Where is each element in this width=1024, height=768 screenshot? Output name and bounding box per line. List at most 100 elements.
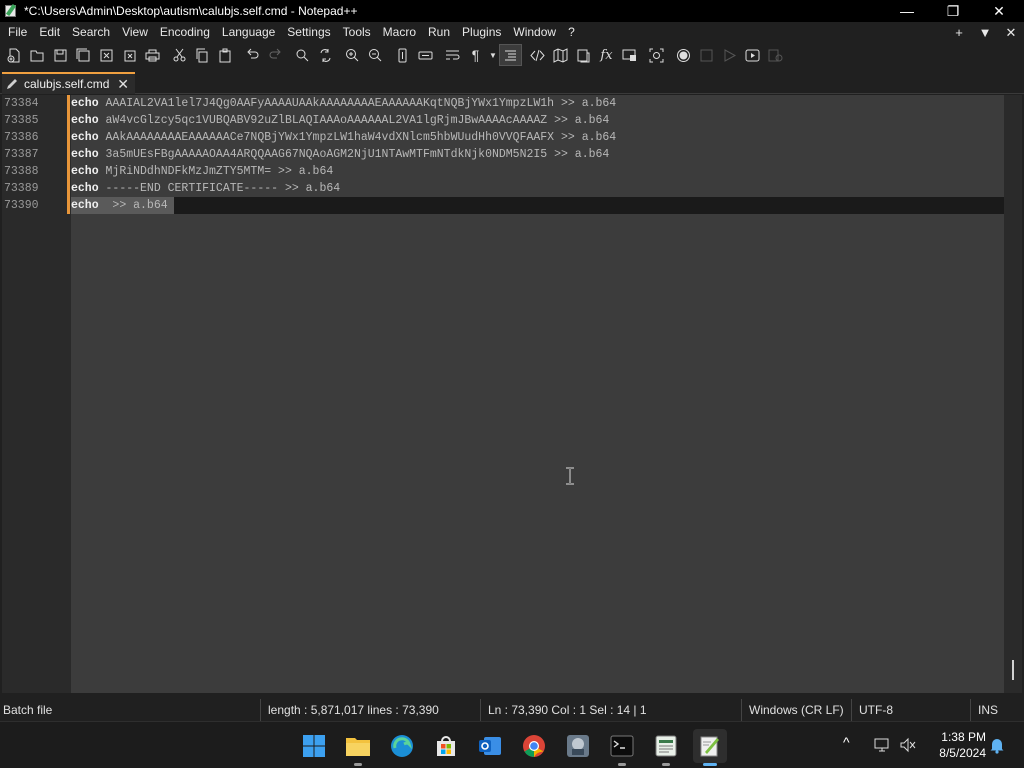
system-clock[interactable]: 1:38 PM 8/5/2024	[926, 729, 986, 761]
line-number: 73386	[4, 131, 39, 144]
code-line[interactable]: echo 3a5mUEsFBgAAAAAOAA4ARQQAAG67NQAoAGM…	[71, 146, 609, 163]
close-file-icon[interactable]	[95, 44, 118, 66]
document-map-icon[interactable]	[549, 44, 572, 66]
edge-icon[interactable]	[385, 729, 419, 763]
tab-bar: calubjs.self.cmd ✕	[0, 67, 1024, 94]
minimize-button[interactable]: —	[884, 0, 930, 22]
current-line-highlight	[71, 197, 1004, 214]
run-macro-multiple-icon[interactable]	[741, 44, 764, 66]
clock-date: 8/5/2024	[939, 746, 986, 760]
line-number: 73387	[4, 148, 39, 161]
game-app-icon[interactable]	[561, 729, 595, 763]
maximize-button[interactable]: ❐	[930, 0, 976, 22]
tab-close-icon[interactable]: ✕	[117, 76, 129, 93]
open-file-icon[interactable]	[26, 44, 49, 66]
stop-record-icon[interactable]	[695, 44, 718, 66]
menu-tools[interactable]: Tools	[337, 22, 377, 43]
new-tab-button[interactable]: +	[946, 25, 972, 40]
terminal-icon[interactable]	[605, 729, 639, 766]
menu-macro[interactable]: Macro	[377, 22, 422, 43]
tab-calubjs-self-cmd[interactable]: calubjs.self.cmd ✕	[2, 72, 135, 94]
show-chars-dropdown-icon[interactable]: ▼	[487, 44, 499, 66]
zoom-in-icon[interactable]	[341, 44, 364, 66]
status-encoding: UTF-8	[851, 699, 969, 721]
sync-horizontal-icon[interactable]	[414, 44, 437, 66]
redo-icon[interactable]	[264, 44, 287, 66]
status-position[interactable]: Ln : 73,390 Col : 1 Sel : 14 | 1	[480, 699, 738, 721]
menu-settings[interactable]: Settings	[281, 22, 336, 43]
menubar-right-controls: + ▼ ✕	[946, 22, 1024, 43]
menu-bar: File Edit Search View Encoding Language …	[0, 22, 1024, 43]
menu-language[interactable]: Language	[216, 22, 281, 43]
new-file-icon[interactable]	[3, 44, 26, 66]
notepadpp-icon[interactable]	[693, 729, 727, 766]
close-document-button[interactable]: ✕	[998, 25, 1024, 41]
tray-chevron-icon[interactable]: ^	[843, 734, 850, 750]
code-line[interactable]: echo -----END CERTIFICATE----- >> a.b64	[71, 180, 340, 197]
menu-view[interactable]: View	[116, 22, 154, 43]
notepad-app-icon[interactable]	[649, 729, 683, 766]
microsoft-store-icon[interactable]	[429, 729, 463, 763]
record-macro-icon[interactable]	[672, 44, 695, 66]
menu-plugins[interactable]: Plugins	[456, 22, 507, 43]
cut-icon[interactable]	[168, 44, 191, 66]
paste-icon[interactable]	[214, 44, 237, 66]
sync-vertical-icon[interactable]	[391, 44, 414, 66]
title-bar: *C:\Users\Admin\Desktop\autism\calubjs.s…	[0, 0, 1024, 22]
save-macro-icon[interactable]	[764, 44, 787, 66]
xml-icon[interactable]	[526, 44, 549, 66]
scrollbar-thumb[interactable]	[1012, 660, 1014, 680]
status-mode: INS	[970, 699, 1014, 721]
menu-search[interactable]: Search	[66, 22, 116, 43]
undo-icon[interactable]	[241, 44, 264, 66]
notification-bell-icon[interactable]	[988, 736, 1006, 757]
pencil-icon	[6, 78, 18, 90]
code-line[interactable]: echo AAAIAL2VA1lel7J4Qg0AAFyAAAAUAAkAAAA…	[71, 95, 616, 112]
change-marker	[67, 146, 70, 163]
chrome-icon[interactable]	[517, 729, 551, 763]
status-filetype: Batch file	[3, 703, 53, 717]
word-wrap-icon[interactable]	[441, 44, 464, 66]
volume-muted-icon[interactable]	[899, 736, 917, 757]
code-line[interactable]: echo AAkAAAAAAAAEAAAAAACe7NQBjYWx1YmpzLW…	[71, 129, 616, 146]
close-window-button[interactable]: ✕	[976, 0, 1022, 22]
line-number: 73388	[4, 165, 39, 178]
tab-list-dropdown[interactable]: ▼	[972, 25, 998, 40]
function-list-icon[interactable]	[572, 44, 595, 66]
code-line[interactable]: echo MjRiNDdhNDFkMzJmZTY5MTM= >> a.b64	[71, 163, 333, 180]
indent-guide-icon[interactable]	[499, 44, 522, 66]
menu-file[interactable]: File	[0, 22, 33, 43]
menu-help[interactable]: ?	[562, 22, 581, 43]
outlook-icon[interactable]	[473, 729, 507, 763]
menu-window[interactable]: Window	[507, 22, 562, 43]
code-line-current[interactable]: echo >> a.b64	[71, 197, 168, 214]
find-icon[interactable]	[291, 44, 314, 66]
folder-workspace-icon[interactable]	[618, 44, 641, 66]
clock-time: 1:38 PM	[941, 730, 986, 744]
line-number: 73385	[4, 114, 39, 127]
replace-icon[interactable]	[314, 44, 337, 66]
playback-icon[interactable]	[718, 44, 741, 66]
menu-edit[interactable]: Edit	[33, 22, 66, 43]
close-all-icon[interactable]	[118, 44, 141, 66]
monitoring-icon[interactable]	[645, 44, 668, 66]
save-icon[interactable]	[49, 44, 72, 66]
fx-icon[interactable]: fx	[595, 44, 618, 66]
menu-encoding[interactable]: Encoding	[154, 22, 216, 43]
file-explorer-icon[interactable]	[341, 729, 375, 766]
vertical-scrollbar[interactable]	[1004, 95, 1022, 693]
code-line[interactable]: echo aW4vcGlzcy5qc1VUBQABV92uZlBLAQIAAAo…	[71, 112, 609, 129]
line-number: 73389	[4, 182, 39, 195]
menu-run[interactable]: Run	[422, 22, 456, 43]
network-icon[interactable]	[873, 736, 891, 757]
show-all-chars-icon[interactable]: ¶	[464, 44, 487, 66]
copy-icon[interactable]	[191, 44, 214, 66]
zoom-out-icon[interactable]	[364, 44, 387, 66]
windows-start-icon[interactable]	[297, 729, 331, 763]
save-all-icon[interactable]	[72, 44, 95, 66]
ibeam-cursor-icon	[565, 467, 575, 485]
status-length: length : 5,871,017 lines : 73,390	[260, 699, 476, 721]
change-marker	[67, 197, 70, 214]
print-icon[interactable]	[141, 44, 164, 66]
change-marker	[67, 163, 70, 180]
